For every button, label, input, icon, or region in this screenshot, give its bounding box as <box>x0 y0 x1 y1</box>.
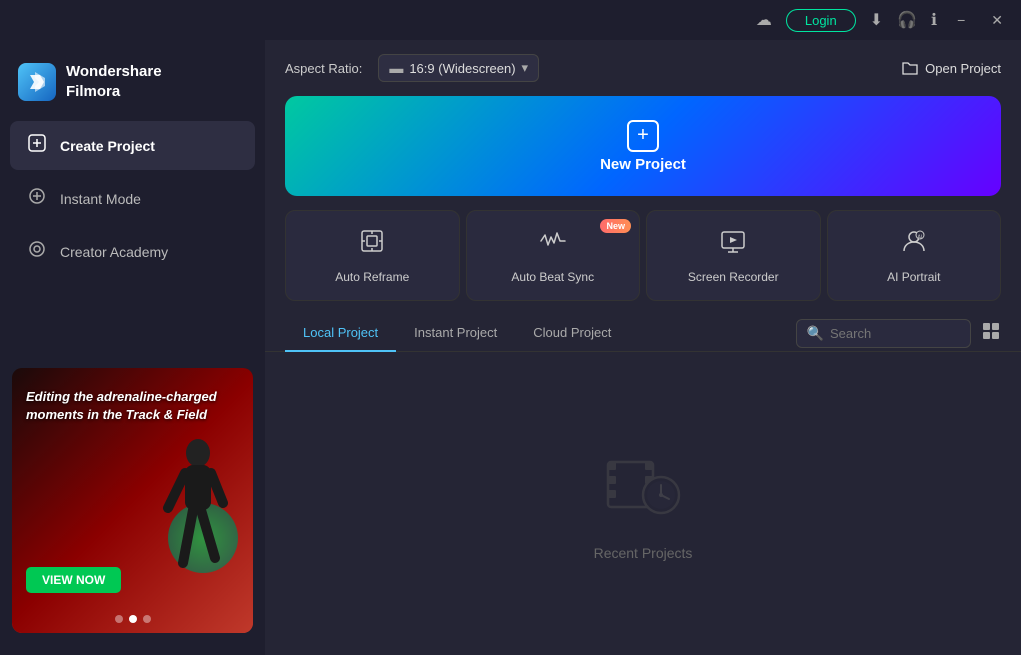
feature-card-auto-reframe[interactable]: Auto Reframe <box>285 210 460 301</box>
logo-icon <box>18 63 56 101</box>
auto-beat-sync-badge: New <box>600 219 631 233</box>
new-project-plus-icon: + <box>627 120 659 152</box>
project-tabs: Local Project Instant Project Cloud Proj… <box>285 315 629 351</box>
svg-text:AI: AI <box>917 235 922 241</box>
sidebar-item-label-create: Create Project <box>60 138 155 154</box>
sidebar: Wondershare Filmora Create Project <box>0 40 265 655</box>
feature-card-screen-recorder[interactable]: Screen Recorder <box>646 210 821 301</box>
tab-local-project[interactable]: Local Project <box>285 315 396 352</box>
sidebar-item-creator-academy[interactable]: Creator Academy <box>10 227 255 276</box>
search-input[interactable] <box>830 326 960 341</box>
projects-area: Recent Projects <box>265 352 1021 655</box>
dot-2[interactable] <box>129 615 137 623</box>
sidebar-item-label-academy: Creator Academy <box>60 244 168 260</box>
promo-dots <box>115 615 151 623</box>
auto-reframe-icon <box>358 227 386 262</box>
tab-cloud-project[interactable]: Cloud Project <box>515 315 629 352</box>
project-search[interactable]: 🔍 <box>796 319 971 348</box>
screen-recorder-label: Screen Recorder <box>688 270 779 284</box>
content-topbar: Aspect Ratio: ▬ 16:9 (Widescreen) ▾ Open… <box>265 40 1021 96</box>
minimize-button[interactable]: − <box>951 10 971 30</box>
feature-card-auto-beat-sync[interactable]: New Auto Beat Sync <box>466 210 641 301</box>
aspect-ratio-label: Aspect Ratio: <box>285 61 362 76</box>
title-bar: ☁ Login ⬇ 🎧 ℹ − ✕ <box>0 0 1021 40</box>
content-area: Aspect Ratio: ▬ 16:9 (Widescreen) ▾ Open… <box>265 40 1021 655</box>
login-button[interactable]: Login <box>786 9 856 32</box>
create-project-icon <box>26 133 48 158</box>
dot-3[interactable] <box>143 615 151 623</box>
aspect-ratio-select[interactable]: ▬ 16:9 (Widescreen) ▾ <box>378 54 539 82</box>
download-icon[interactable]: ⬇ <box>870 10 883 30</box>
main-layout: Wondershare Filmora Create Project <box>0 40 1021 655</box>
aspect-ratio-chevron: ▾ <box>522 60 529 76</box>
new-project-inner: + New Project <box>600 120 686 173</box>
aspect-ratio-icon: ▬ <box>389 60 403 76</box>
feature-cards: Auto Reframe New Auto Beat Sync <box>285 210 1001 301</box>
project-tabs-bar: Local Project Instant Project Cloud Proj… <box>265 315 1021 352</box>
sidebar-item-label-instant: Instant Mode <box>60 191 141 207</box>
sidebar-nav: Create Project Instant Mode <box>0 121 265 276</box>
close-button[interactable]: ✕ <box>985 10 1009 31</box>
auto-beat-sync-label: Auto Beat Sync <box>511 270 594 284</box>
feature-card-ai-portrait[interactable]: AI AI Portrait <box>827 210 1002 301</box>
promo-text: Editing the adrenaline-charged moments i… <box>26 388 239 424</box>
new-project-banner[interactable]: + New Project <box>285 96 1001 196</box>
recent-projects-icon <box>603 447 683 533</box>
open-project-label: Open Project <box>925 61 1001 76</box>
title-bar-icons: ☁ Login ⬇ 🎧 ℹ − ✕ <box>756 9 1009 32</box>
sidebar-logo: Wondershare Filmora <box>0 50 265 121</box>
info-icon[interactable]: ℹ <box>931 10 937 30</box>
sidebar-item-create-project[interactable]: Create Project <box>10 121 255 170</box>
ai-portrait-icon: AI <box>900 227 928 262</box>
recent-projects-label: Recent Projects <box>594 545 693 561</box>
tab-instant-project[interactable]: Instant Project <box>396 315 515 352</box>
creator-academy-icon <box>26 239 48 264</box>
open-project-folder-icon <box>901 58 919 79</box>
sidebar-item-instant-mode[interactable]: Instant Mode <box>10 174 255 223</box>
auto-reframe-label: Auto Reframe <box>335 270 409 284</box>
instant-mode-icon <box>26 186 48 211</box>
open-project-button[interactable]: Open Project <box>901 58 1001 79</box>
headphone-icon[interactable]: 🎧 <box>897 10 917 30</box>
grid-toggle-button[interactable] <box>981 321 1001 346</box>
sidebar-promo: Editing the adrenaline-charged moments i… <box>12 368 253 633</box>
dot-1[interactable] <box>115 615 123 623</box>
auto-beat-sync-icon <box>539 227 567 262</box>
promo-view-now-button[interactable]: VIEW NOW <box>26 567 121 593</box>
cloud-icon[interactable]: ☁ <box>756 10 772 30</box>
screen-recorder-icon <box>719 227 747 262</box>
new-project-label: New Project <box>600 156 686 173</box>
aspect-ratio-value: 16:9 (Widescreen) <box>409 61 515 76</box>
ai-portrait-label: AI Portrait <box>887 270 940 284</box>
search-icon: 🔍 <box>807 325 824 342</box>
logo-text: Wondershare Filmora <box>66 62 162 101</box>
